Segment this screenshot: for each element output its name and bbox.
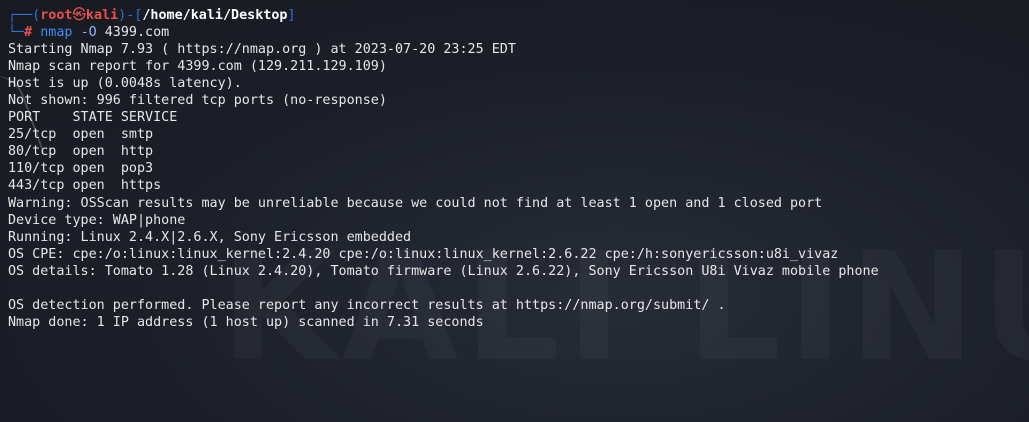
prompt-frame-end: ] [287,8,296,23]
output-line: OS detection performed. Please report an… [8,297,726,313]
output-line: Running: Linux 2.4.X|2.6.X, Sony Ericsso… [8,229,412,245]
output-line: Nmap done: 1 IP address (1 host up) scan… [8,314,484,330]
output-line: Device type: WAP|phone [8,212,186,228]
terminal-window[interactable]: KALI LINUX ┌──(root㉿kali)-[/home/kali/De… [0,0,1029,422]
command-target: 4399.com [104,25,170,41]
output-line: Warning: OSScan results may be unreliabl… [8,195,823,211]
prompt-cwd: /home/kali/Desktop [142,8,288,23]
prompt-line: ┌──(root㉿kali)-[/home/kali/Desktop] [8,7,1029,24]
output-line: Not shown: 996 filtered tcp ports (no-re… [8,93,387,109]
output-line: 25/tcp open smtp [8,127,154,143]
output-line: 80/tcp open http [8,144,154,160]
prompt-hash: # [24,25,33,41]
output-line: 443/tcp open https [8,178,162,194]
output-line: Starting Nmap 7.93 ( https://nmap.org ) … [8,42,516,58]
output-line: OS details: Tomato 1.28 (Linux 2.4.20), … [8,263,879,279]
prompt-frame-bottom: └─ [8,25,25,41]
prompt-host: kali [85,8,119,23]
prompt-at-symbol: ㉿ [72,8,86,23]
output-line: Host is up (0.0048s latency). [8,76,242,92]
prompt-frame-top: ┌──( [8,8,41,23]
output-line: OS CPE: cpe:/o:linux:linux_kernel:2.4.20… [8,246,839,262]
output-line: 110/tcp open pop3 [8,161,154,177]
prompt-frame-mid: )-[ [118,8,143,23]
output-line: Nmap scan report for 4399.com (129.211.1… [8,59,387,75]
terminal-output: Starting Nmap 7.93 ( https://nmap.org ) … [8,41,1029,331]
command-flag: -O [80,25,97,41]
command-line[interactable]: └─# nmap -O 4399.com [8,24,1029,41]
output-line: PORT STATE SERVICE [8,110,178,126]
command-name: nmap [40,25,73,41]
prompt-user: root [40,8,73,23]
